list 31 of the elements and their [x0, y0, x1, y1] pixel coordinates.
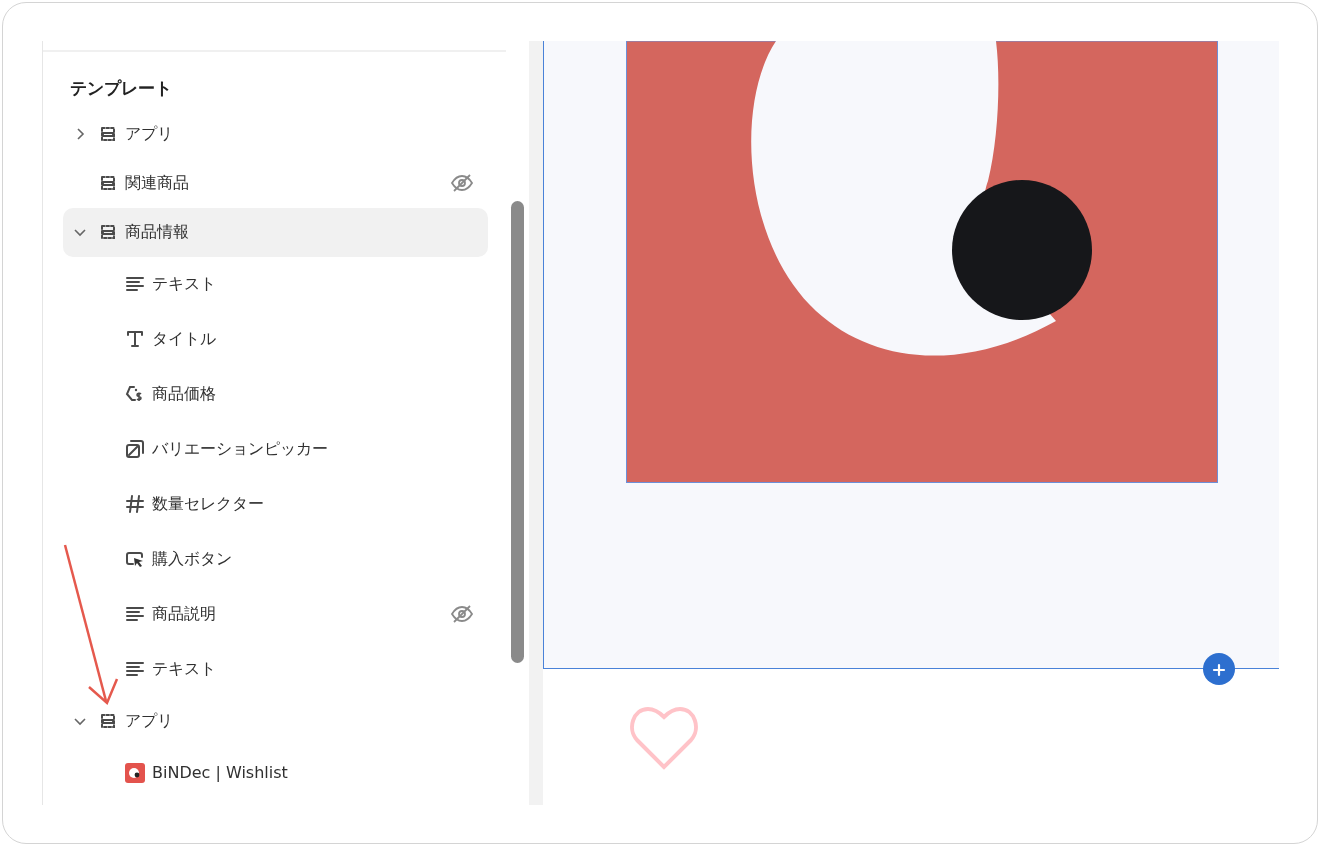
block-item[interactable]: タイトル — [63, 311, 488, 367]
add-section-button[interactable] — [1203, 653, 1235, 685]
block-item[interactable]: 商品価格 — [63, 366, 488, 422]
section-icon — [98, 173, 118, 193]
block-item[interactable]: 数量セレクター — [63, 476, 488, 532]
block-item[interactable]: BiNDec | Wishlist — [63, 745, 488, 801]
block-item[interactable]: テキスト — [63, 256, 488, 312]
price-tag-icon — [125, 384, 145, 404]
block-item[interactable]: 購入ボタン — [63, 531, 488, 587]
overlapping-squares-icon — [125, 439, 145, 459]
cursor-click-icon — [125, 549, 145, 569]
hash-icon — [125, 494, 145, 514]
section-item[interactable]: アプリ — [63, 109, 488, 159]
section-icon — [98, 124, 118, 144]
block-item[interactable]: 商品説明 — [63, 586, 488, 642]
app-logo-icon — [125, 763, 145, 783]
section-icon — [98, 711, 118, 731]
plus-icon — [1212, 662, 1226, 677]
section-item[interactable]: 関連商品 — [63, 158, 488, 208]
text-lines-icon — [125, 604, 145, 624]
section-item[interactable]: 商品情報 — [63, 207, 488, 257]
section-icon — [98, 222, 118, 242]
scrollbar-thumb[interactable] — [511, 201, 524, 663]
text-lines-icon — [125, 274, 145, 294]
block-item[interactable]: バリエーションピッカー — [63, 421, 488, 477]
text-lines-icon — [125, 659, 145, 679]
product-section-preview[interactable] — [543, 41, 1279, 669]
block-item[interactable]: テキスト — [63, 641, 488, 697]
title-icon — [125, 329, 145, 349]
panel-heading: テンプレート — [70, 77, 173, 100]
section-item[interactable]: アプリ — [63, 696, 488, 746]
